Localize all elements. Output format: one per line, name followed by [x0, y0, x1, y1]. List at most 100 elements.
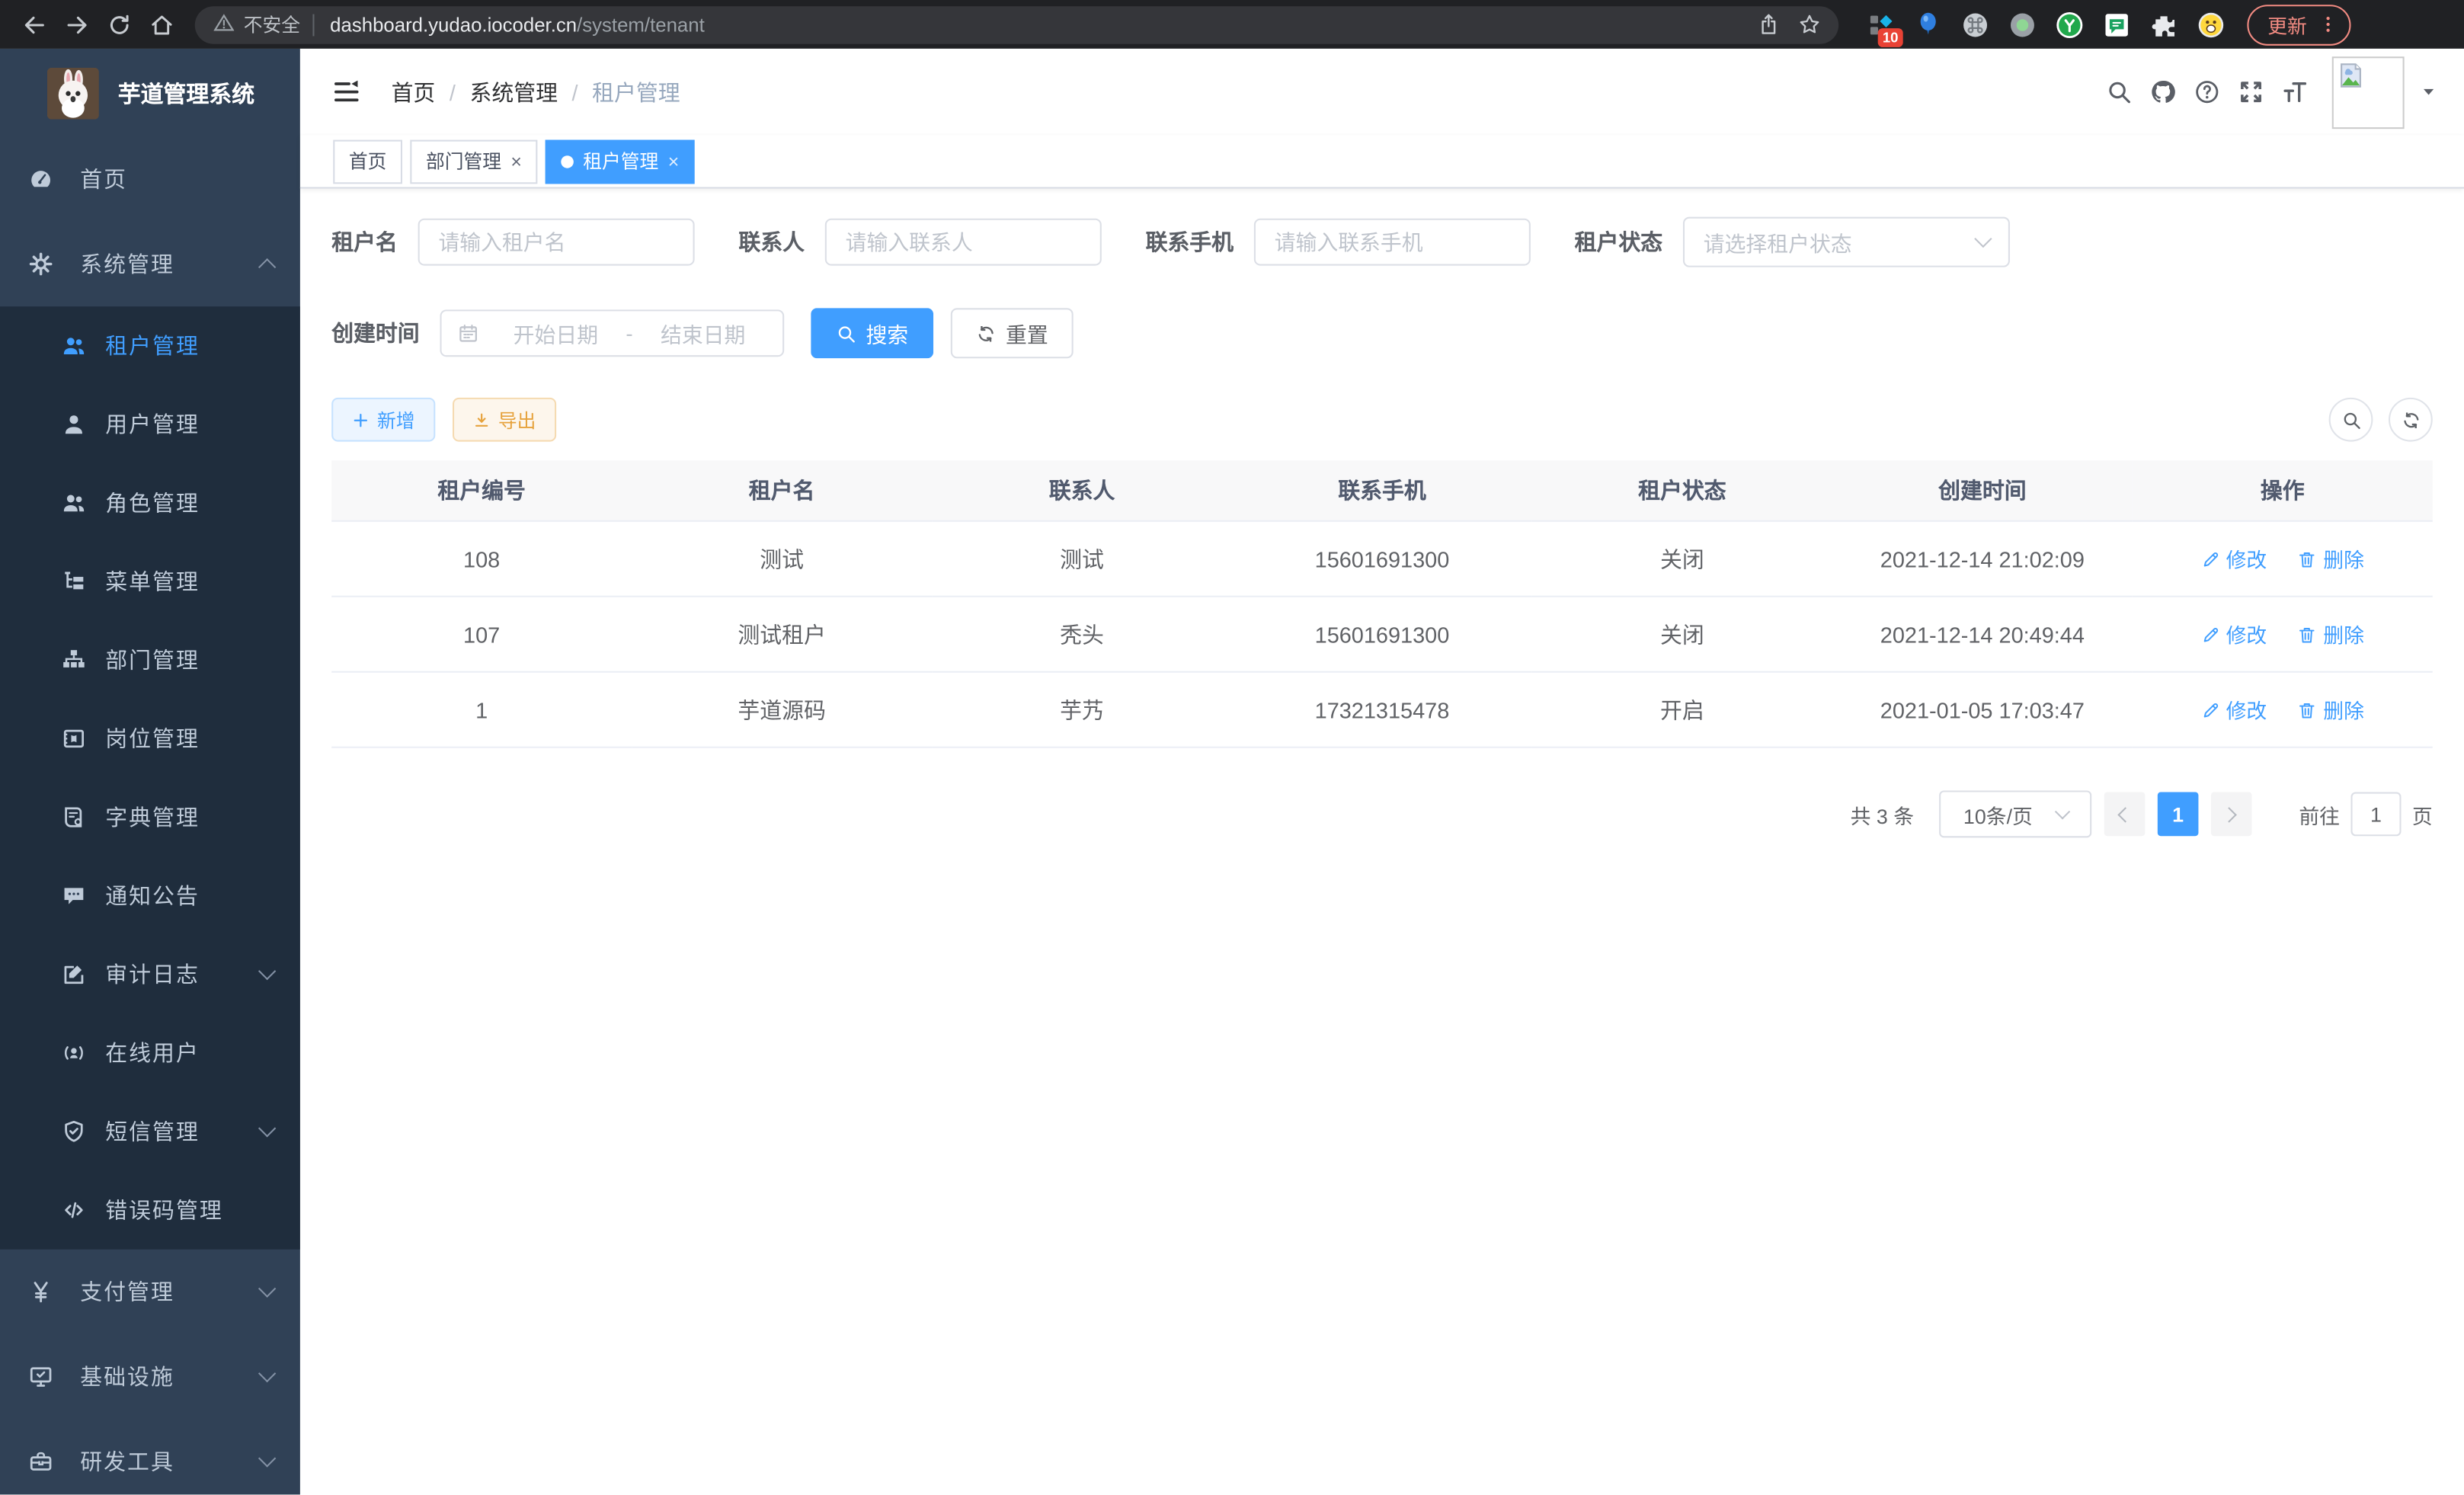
ext-balloon-icon[interactable]	[1905, 2, 1952, 46]
breadcrumb-system[interactable]: 系统管理	[469, 76, 558, 107]
goto-page-input[interactable]	[2350, 792, 2401, 837]
sidebar-item-error-codes[interactable]: 错误码管理	[0, 1171, 300, 1250]
breadcrumb-separator: /	[450, 79, 456, 104]
tab-departments[interactable]: 部门管理 ×	[410, 139, 537, 184]
security-label[interactable]: 不安全	[244, 11, 300, 37]
chevron-down-icon	[2054, 803, 2069, 818]
app-logo[interactable]: 芋道管理系统	[0, 49, 300, 137]
broken-image-icon	[2337, 60, 2365, 88]
help-icon[interactable]	[2184, 70, 2229, 114]
browser-home-icon[interactable]	[140, 3, 183, 46]
goto-label: 前往	[2299, 799, 2340, 829]
sidebar-fold-icon[interactable]	[325, 72, 366, 113]
tab-tenant[interactable]: 租户管理 ×	[546, 139, 695, 184]
sidebar: 芋道管理系统 首页 系统管理 租户管理 用户管理	[0, 49, 300, 1495]
gear-icon	[27, 251, 53, 277]
sidebar-item-roles[interactable]: 角色管理	[0, 463, 300, 542]
ext-command-icon[interactable]	[1952, 2, 1999, 46]
next-page-button[interactable]	[2211, 792, 2252, 837]
status-text: 开启	[1532, 672, 1832, 748]
github-icon[interactable]	[2140, 70, 2184, 114]
total-count: 共 3 条	[1851, 799, 1914, 829]
tenant-status-select[interactable]: 请选择租户状态	[1683, 217, 2010, 267]
refresh-table-button[interactable]	[2389, 398, 2433, 442]
header-search-icon[interactable]	[2096, 70, 2140, 114]
tenant-name-label: 租户名	[331, 226, 398, 258]
profile-avatar-icon[interactable]	[2187, 2, 2235, 46]
user-menu-caret-icon[interactable]	[2417, 83, 2439, 101]
sidebar-item-notices[interactable]: 通知公告	[0, 856, 300, 935]
share-icon[interactable]	[1748, 7, 1789, 41]
sidebar-item-tenant[interactable]: 租户管理	[0, 306, 300, 385]
font-size-icon[interactable]	[2272, 70, 2316, 114]
sidebar-item-online-users[interactable]: 在线用户	[0, 1013, 300, 1092]
shield-check-icon	[59, 1118, 86, 1144]
table-toolbar: 新增 导出	[331, 398, 2433, 442]
chevron-down-icon	[258, 962, 276, 980]
prev-page-button[interactable]	[2104, 792, 2146, 837]
date-separator: -	[619, 322, 639, 345]
start-date-placeholder: 开始日期	[492, 318, 620, 349]
top-navbar: 首页 / 系统管理 / 租户管理	[300, 49, 2464, 135]
delete-link[interactable]: 删除	[2298, 619, 2364, 649]
sidebar-item-home[interactable]: 首页	[0, 136, 300, 221]
fullscreen-icon[interactable]	[2229, 70, 2273, 114]
chevron-up-icon	[258, 258, 276, 276]
delete-link[interactable]: 删除	[2298, 544, 2364, 574]
extensions-puzzle-icon[interactable]	[2140, 2, 2187, 46]
ext-recorder-icon[interactable]	[1999, 2, 2046, 46]
book-gear-icon	[59, 804, 86, 831]
sidebar-item-audit-log[interactable]: 审计日志	[0, 935, 300, 1013]
ext-chat-icon[interactable]	[2093, 2, 2140, 46]
bookmark-star-icon[interactable]	[1788, 7, 1829, 41]
search-icon	[2341, 409, 2361, 430]
sidebar-item-payment[interactable]: 支付管理	[0, 1250, 300, 1334]
screen: 不安全 dashboard.yudao.iocoder.cn /system/t…	[0, 0, 2464, 1495]
reset-button[interactable]: 重置	[951, 308, 1074, 358]
not-secure-warning-icon[interactable]	[214, 11, 235, 37]
system-submenu: 租户管理 用户管理 角色管理 菜单管理 部门管理	[0, 306, 300, 1250]
browser-update-button[interactable]: 更新	[2247, 4, 2350, 45]
browser-reload-icon[interactable]	[98, 3, 140, 46]
table-row: 1 芋道源码 芋艿 17321315478 开启 2021-01-05 17:0…	[331, 672, 2433, 748]
sidebar-item-dev-tools[interactable]: 研发工具	[0, 1419, 300, 1495]
broadcast-user-icon	[59, 1039, 86, 1066]
tenant-name-input[interactable]	[418, 219, 695, 266]
toggle-search-button[interactable]	[2329, 398, 2373, 442]
code-icon	[59, 1197, 86, 1224]
current-page[interactable]: 1	[2158, 792, 2199, 837]
phone-input[interactable]	[1254, 219, 1531, 266]
breadcrumb-home[interactable]: 首页	[392, 76, 436, 107]
edit-link[interactable]: 修改	[2201, 695, 2267, 725]
export-button[interactable]: 导出	[453, 398, 556, 442]
ext-diamond-icon[interactable]: 10	[1858, 2, 1905, 46]
page-size-select[interactable]: 10条/页	[1939, 790, 2091, 837]
sidebar-item-system[interactable]: 系统管理	[0, 222, 300, 306]
tags-view-bar: 首页 部门管理 × 租户管理 ×	[300, 135, 2464, 188]
browser-back-icon[interactable]	[13, 3, 56, 46]
sidebar-item-menus[interactable]: 菜单管理	[0, 543, 300, 621]
sidebar-item-departments[interactable]: 部门管理	[0, 621, 300, 699]
sidebar-item-dictionary[interactable]: 字典管理	[0, 778, 300, 856]
url-host: dashboard.yudao.iocoder.cn	[330, 14, 577, 36]
chevron-right-icon	[2222, 806, 2237, 821]
sidebar-item-positions[interactable]: 岗位管理	[0, 699, 300, 778]
sidebar-item-sms[interactable]: 短信管理	[0, 1092, 300, 1170]
user-avatar[interactable]	[2332, 56, 2405, 128]
add-button[interactable]: 新增	[331, 398, 435, 442]
edit-link[interactable]: 修改	[2201, 544, 2267, 574]
sidebar-item-infrastructure[interactable]: 基础设施	[0, 1334, 300, 1419]
url-bar[interactable]: 不安全 dashboard.yudao.iocoder.cn /system/t…	[195, 5, 1838, 43]
tab-home[interactable]: 首页	[333, 139, 402, 184]
contact-input[interactable]	[825, 219, 1102, 266]
browser-forward-icon[interactable]	[55, 3, 98, 46]
date-range-picker[interactable]: 开始日期 - 结束日期	[440, 309, 785, 357]
search-button[interactable]: 搜索	[811, 308, 933, 358]
close-icon[interactable]: ×	[668, 152, 679, 171]
status-label: 租户状态	[1575, 226, 1663, 258]
edit-link[interactable]: 修改	[2201, 619, 2267, 649]
sidebar-item-users[interactable]: 用户管理	[0, 385, 300, 463]
ext-y-logo-icon[interactable]	[2046, 2, 2093, 46]
delete-link[interactable]: 删除	[2298, 695, 2364, 725]
close-icon[interactable]: ×	[510, 152, 521, 171]
